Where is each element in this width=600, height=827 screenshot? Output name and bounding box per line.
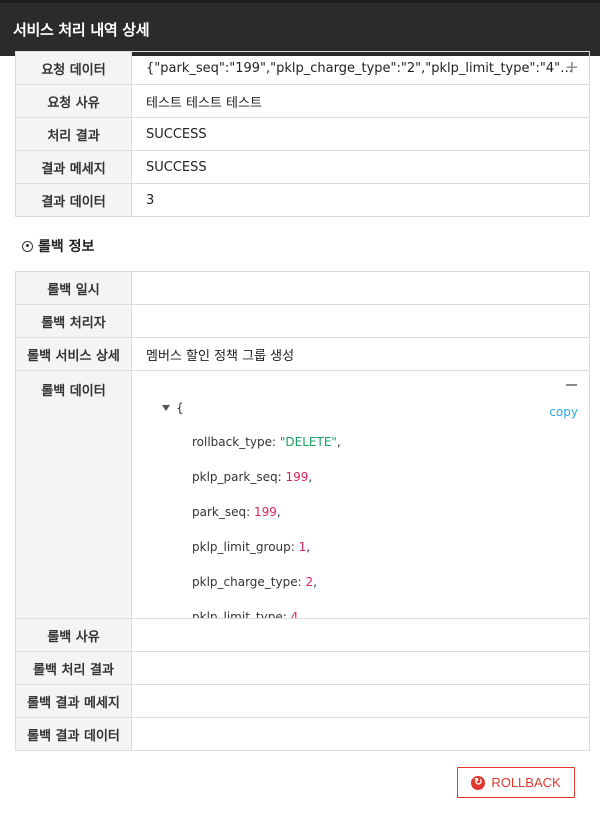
caret-down-icon[interactable]: [162, 405, 170, 411]
row-label: 롤백 결과 데이터: [15, 717, 132, 751]
rollback-button-label: ROLLBACK: [491, 775, 561, 790]
row-label: 롤백 처리자: [15, 304, 132, 338]
result-data-value: 3: [131, 183, 590, 217]
row-label: 롤백 데이터: [15, 370, 132, 619]
json-line: park_seq: 199,: [192, 505, 281, 519]
request-reason-value: 테스트 테스트 테스트: [131, 84, 590, 118]
rollback-result-value: [131, 651, 590, 685]
result-message-value: SUCCESS: [131, 150, 590, 184]
plus-icon[interactable]: +: [565, 59, 579, 77]
rollback-reason-row: 롤백 사유: [15, 618, 590, 652]
json-open-brace: {: [176, 401, 184, 415]
rollback-info-table: 롤백 일시 롤백 처리자 롤백 서비스 상세 멤버스 할인 정책 그룹 생성 롤…: [15, 271, 590, 751]
json-root: {: [162, 401, 184, 415]
process-result-row: 처리 결과 SUCCESS: [15, 117, 590, 151]
json-value: 4: [290, 610, 299, 619]
rollback-service-detail-row: 롤백 서비스 상세 멤버스 할인 정책 그룹 생성: [15, 337, 590, 371]
json-key: pklp_park_seq: [192, 470, 278, 484]
request-reason-row: 요청 사유 테스트 테스트 테스트: [15, 84, 590, 118]
modal-header: 서비스 처리 내역 상세: [0, 0, 600, 56]
json-value: "DELETE": [279, 435, 337, 449]
json-value: 2: [305, 575, 314, 589]
json-viewer: copy { rollback_type: "DELETE", pklp_par…: [131, 370, 590, 619]
collapse-icon[interactable]: [566, 384, 577, 386]
request-info-table: 요청 데이터 {"park_seq":"199","pklp_charge_ty…: [15, 51, 590, 217]
json-value: 1: [298, 540, 307, 554]
rollback-date-value: [131, 271, 590, 305]
rollback-service-detail-value: 멤버스 할인 정책 그룹 생성: [131, 337, 590, 371]
rollback-result-row: 롤백 처리 결과: [15, 651, 590, 685]
row-label: 롤백 처리 결과: [15, 651, 132, 685]
process-result-value: SUCCESS: [131, 117, 590, 151]
json-key: rollback_type: [192, 435, 273, 449]
result-data-row: 결과 데이터 3: [15, 183, 590, 217]
copy-link[interactable]: copy: [549, 405, 578, 419]
json-key: pklp_charge_type: [192, 575, 298, 589]
row-label: 롤백 일시: [15, 271, 132, 305]
row-label: 요청 데이터: [15, 51, 132, 85]
refresh-icon: ↻: [471, 775, 486, 790]
rollback-data-row: 롤백 데이터 copy { rollback_type: "DELETE", p…: [15, 370, 590, 619]
row-label: 요청 사유: [15, 84, 132, 118]
json-value: 199: [253, 505, 277, 519]
json-key: park_seq: [192, 505, 247, 519]
rollback-handler-value: [131, 304, 590, 338]
rollback-button[interactable]: ↻ ROLLBACK: [457, 767, 575, 798]
json-line: pklp_limit_type: 4,: [192, 610, 302, 619]
rollback-section-label: 롤백 정보: [38, 239, 95, 255]
result-message-row: 결과 메세지 SUCCESS: [15, 150, 590, 184]
modal-title: 서비스 처리 내역 상세: [13, 21, 150, 39]
rollback-result-data-row: 롤백 결과 데이터: [15, 717, 590, 751]
rollback-handler-row: 롤백 처리자: [15, 304, 590, 338]
bullet-icon: [22, 240, 33, 252]
json-line: rollback_type: "DELETE",: [192, 435, 341, 449]
row-label: 롤백 결과 메세지: [15, 684, 132, 718]
row-label: 처리 결과: [15, 117, 132, 151]
rollback-result-data-value: [131, 717, 590, 751]
row-label: 결과 데이터: [15, 183, 132, 217]
rollback-message-row: 롤백 결과 메세지: [15, 684, 590, 718]
rollback-reason-value: [131, 618, 590, 652]
json-key: pklp_limit_type: [192, 610, 283, 619]
json-key: pklp_limit_group: [192, 540, 291, 554]
request-data-text: {"park_seq":"199","pklp_charge_type":"2"…: [146, 60, 590, 76]
row-label: 결과 메세지: [15, 150, 132, 184]
rollback-message-value: [131, 684, 590, 718]
request-data-row: 요청 데이터 {"park_seq":"199","pklp_charge_ty…: [15, 51, 590, 85]
rollback-section-title: 롤백 정보: [22, 236, 94, 256]
rollback-date-row: 롤백 일시: [15, 271, 590, 305]
json-line: pklp_limit_group: 1,: [192, 540, 311, 554]
row-label: 롤백 서비스 상세: [15, 337, 132, 371]
json-line: pklp_charge_type: 2,: [192, 575, 317, 589]
json-line: pklp_park_seq: 199,: [192, 470, 313, 484]
row-label: 롤백 사유: [15, 618, 132, 652]
service-detail-modal: 서비스 처리 내역 상세 요청 데이터 {"park_seq":"199","p…: [0, 0, 600, 827]
json-value: 199: [285, 470, 309, 484]
request-data-value: {"park_seq":"199","pklp_charge_type":"2"…: [131, 51, 590, 85]
